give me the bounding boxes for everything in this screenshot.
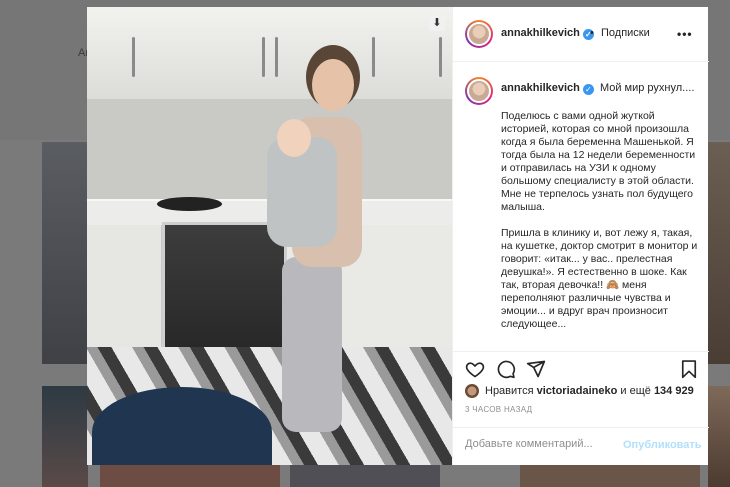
- publish-button[interactable]: Опубликовать: [623, 439, 702, 451]
- background-post-thumbnail[interactable]: [708, 142, 730, 364]
- avatar[interactable]: [465, 20, 493, 48]
- caption-first-line: Мой мир рухнул....: [599, 82, 695, 94]
- photo-person-head: [312, 59, 354, 111]
- comment-form: Опубликовать: [453, 427, 709, 465]
- avatar[interactable]: [465, 384, 479, 398]
- caption-paragraph: Пришла в клинику и, вот лежу я, такая, н…: [501, 227, 698, 330]
- share-icon[interactable]: [526, 359, 546, 379]
- caption-username[interactable]: annakhilkevich: [501, 82, 580, 94]
- verified-badge-icon: ✓: [582, 84, 594, 95]
- background-post-thumbnail[interactable]: [290, 465, 440, 487]
- separator-dot: •: [590, 27, 594, 39]
- photo-person-legs: [282, 257, 342, 432]
- bookmark-icon[interactable]: [679, 359, 699, 379]
- caption-body: Поделюсь с вами одной жуткой историей, к…: [501, 110, 699, 344]
- likes-middle: и ещё: [620, 385, 651, 397]
- post-side-panel: annakhilkevich ✓ • Подписки ••• annakhilk…: [452, 7, 709, 465]
- photo-frying-pan: [157, 197, 222, 211]
- post-actions: [453, 351, 709, 381]
- caption-header: annakhilkevich ✓ Мой мир рухнул....: [501, 82, 694, 95]
- photo-baby-head: [277, 119, 311, 157]
- post-photo[interactable]: ⬇: [87, 7, 452, 465]
- background-post-thumbnail[interactable]: [42, 386, 88, 487]
- background-post-thumbnail[interactable]: [42, 142, 88, 364]
- likes-prefix: Нравится: [485, 385, 534, 397]
- background-post-thumbnail[interactable]: [520, 465, 700, 487]
- post-modal: ⬇ annakhilkevich ✓ • Подписки ••• annakhi…: [87, 7, 709, 465]
- following-button[interactable]: Подписки: [601, 27, 650, 39]
- background-post-thumbnail[interactable]: [708, 386, 730, 487]
- comment-icon[interactable]: [496, 359, 516, 379]
- avatar[interactable]: [465, 77, 493, 105]
- post-caption: annakhilkevich ✓ Мой мир рухнул.... Подел…: [453, 63, 709, 351]
- likes-count[interactable]: 134 929: [654, 385, 694, 397]
- post-header: annakhilkevich ✓ • Подписки •••: [453, 7, 709, 62]
- liked-by-user[interactable]: victoriadaineko: [537, 385, 618, 397]
- caption-paragraph: Поделюсь с вами одной жуткой историей, к…: [501, 110, 696, 213]
- more-options-icon[interactable]: •••: [677, 27, 693, 41]
- post-timestamp[interactable]: 3 ЧАСОВ НАЗАД: [465, 405, 532, 414]
- comment-input[interactable]: [465, 438, 615, 450]
- download-icon[interactable]: ⬇: [429, 15, 445, 31]
- background-post-thumbnail[interactable]: [100, 465, 280, 487]
- likes-summary: Нравится victoriadaineko и ещё 134 929: [465, 381, 694, 401]
- header-username[interactable]: annakhilkevich ✓: [501, 27, 594, 40]
- heart-icon[interactable]: [465, 359, 485, 379]
- photo-upper-cabinets: [87, 7, 452, 99]
